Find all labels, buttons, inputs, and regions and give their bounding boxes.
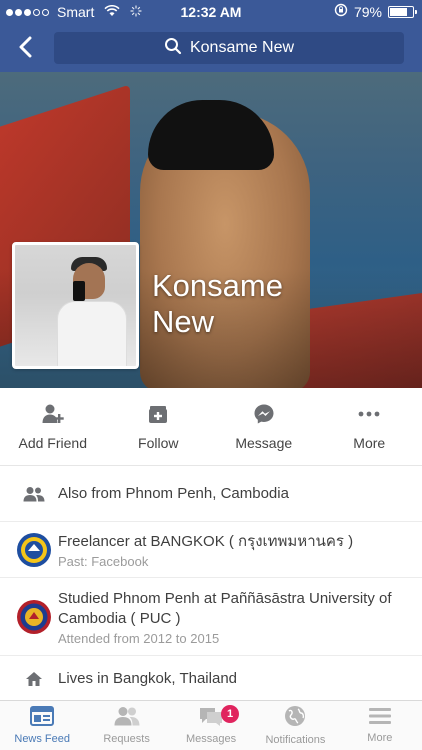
- more-dots-icon: [358, 403, 380, 425]
- about-hometown-text: Also from Phnom Penh, Cambodia: [58, 484, 410, 504]
- friend-requests-icon: [113, 706, 141, 729]
- menu-icon: [368, 707, 392, 728]
- tab-label: News Feed: [14, 733, 71, 745]
- people-icon: [14, 466, 54, 521]
- add-friend-button[interactable]: Add Friend: [0, 388, 106, 465]
- message-button[interactable]: Message: [211, 388, 317, 465]
- add-friend-icon: [41, 403, 65, 425]
- profile-screen: Smart 12:32 AM 79% Konsame New Konsame N…: [0, 0, 422, 750]
- nav-bar: Konsame New: [0, 24, 422, 72]
- battery-percent: 79%: [353, 3, 382, 20]
- back-button[interactable]: [12, 34, 38, 60]
- profile-actions: Add Friend Follow Message More: [0, 388, 422, 466]
- tab-news-feed[interactable]: News Feed: [0, 701, 84, 750]
- about-education-text: Studied Phnom Penh at Paññāsāstra Univer…: [58, 589, 410, 646]
- cover-hat-shape: [148, 100, 274, 170]
- profile-picture[interactable]: [12, 242, 139, 369]
- tab-label: Messages: [185, 733, 237, 745]
- status-bar: Smart 12:32 AM 79%: [0, 0, 422, 24]
- search-query-text: Konsame New: [189, 39, 295, 56]
- battery-icon: [388, 5, 417, 18]
- more-button[interactable]: More: [317, 388, 422, 465]
- messenger-icon: [253, 403, 275, 425]
- education-subtitle: Attended from 2012 to 2015: [58, 631, 220, 646]
- profile-pic-phone: [73, 281, 85, 301]
- add-friend-label: Add Friend: [18, 434, 87, 451]
- follow-icon: [147, 403, 169, 425]
- message-label: Message: [235, 434, 293, 451]
- about-lives-row[interactable]: Lives in Bangkok, Thailand: [0, 656, 422, 702]
- status-right: 79%: [334, 3, 417, 20]
- work-subtitle: Past: Facebook: [58, 554, 149, 569]
- search-bar[interactable]: Konsame New: [54, 32, 404, 64]
- tab-messages[interactable]: 1 Messages: [169, 701, 253, 750]
- profile-pic-shirt: [57, 301, 127, 366]
- about-work-row[interactable]: Freelancer at BANGKOK ( กรุงเทพมหานคร ) …: [0, 522, 422, 578]
- more-label: More: [353, 434, 386, 451]
- profile-name: Konsame New: [152, 268, 392, 340]
- rotation-lock-icon: [334, 3, 348, 20]
- about-lives-text: Lives in Bangkok, Thailand: [58, 669, 410, 689]
- work-title: Freelancer at BANGKOK ( กรุงเทพมหานคร ): [58, 533, 354, 550]
- work-logo-icon: [14, 522, 54, 577]
- follow-button[interactable]: Follow: [106, 388, 212, 465]
- tab-label: Notifications: [265, 734, 326, 746]
- globe-icon: [284, 705, 306, 730]
- profile-name-line: New: [152, 304, 215, 339]
- tab-requests[interactable]: Requests: [84, 701, 168, 750]
- back-chevron-icon: [19, 36, 32, 58]
- tab-label: Requests: [103, 733, 150, 745]
- about-hometown-row[interactable]: Also from Phnom Penh, Cambodia: [0, 466, 422, 522]
- tab-more[interactable]: More: [338, 701, 422, 750]
- lives-label: Lives in Bangkok, Thailand: [58, 670, 238, 687]
- profile-name-line: Konsame: [152, 268, 283, 303]
- messages-icon: [198, 706, 224, 729]
- tab-notifications[interactable]: Notifications: [253, 701, 337, 750]
- messages-badge: 1: [221, 705, 240, 723]
- top-header: Smart 12:32 AM 79% Konsame New: [0, 0, 422, 72]
- school-logo-icon: [14, 578, 54, 655]
- about-education-row[interactable]: Studied Phnom Penh at Paññāsāstra Univer…: [0, 578, 422, 656]
- search-icon: [164, 37, 182, 60]
- tab-label: More: [367, 732, 393, 744]
- about-work-text: Freelancer at BANGKOK ( กรุงเทพมหานคร ) …: [58, 532, 410, 569]
- home-icon: [14, 656, 54, 702]
- hometown-label: Also from Phnom Penh, Cambodia: [58, 485, 289, 502]
- bottom-tab-bar: News Feed Requests 1 Messages Notificati…: [0, 700, 422, 750]
- education-title: Studied Phnom Penh at Paññāsāstra Univer…: [58, 590, 392, 627]
- news-feed-icon: [30, 706, 55, 729]
- battery-fill: [390, 7, 407, 16]
- follow-label: Follow: [138, 434, 179, 451]
